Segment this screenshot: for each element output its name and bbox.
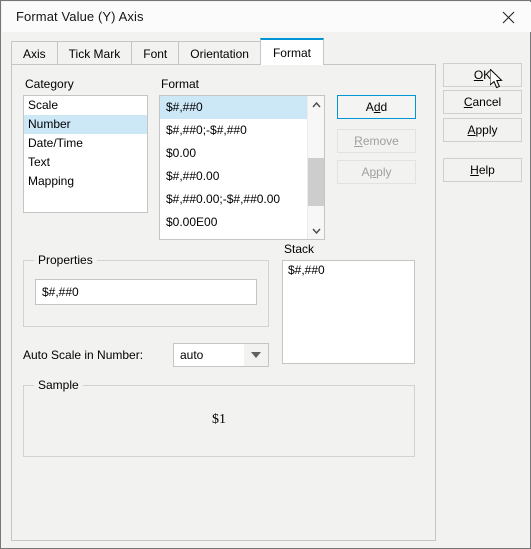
chevron-down-icon[interactable] bbox=[308, 222, 324, 239]
category-item-date-time[interactable]: Date/Time bbox=[24, 134, 147, 153]
tab-tick-mark-label: Tick Mark bbox=[68, 46, 121, 61]
remove-button[interactable]: Remove bbox=[337, 129, 416, 153]
cancel-button[interactable]: Cancel bbox=[443, 90, 522, 114]
sample-group: Sample $1 bbox=[23, 378, 415, 457]
format-item-4[interactable]: $#,##0.00;-$#,##0.00 bbox=[160, 188, 309, 211]
titlebar: Format Value (Y) Axis bbox=[2, 2, 531, 32]
tabstrip: Axis Tick Mark Font Orientation Format bbox=[11, 38, 324, 65]
format-item-1[interactable]: $#,##0;-$#,##0 bbox=[160, 119, 309, 142]
add-button-label: Add bbox=[365, 100, 388, 114]
properties-input[interactable]: $#,##0 bbox=[35, 279, 257, 305]
scrollbar-thumb[interactable] bbox=[308, 158, 324, 206]
tab-orientation-label: Orientation bbox=[190, 46, 249, 61]
format-apply-button-label: Apply bbox=[361, 165, 392, 179]
format-item-5[interactable]: $0.00E00 bbox=[160, 211, 309, 234]
help-button[interactable]: Help bbox=[443, 158, 522, 182]
tab-font-label: Font bbox=[143, 46, 168, 61]
format-list-scrollbar[interactable] bbox=[307, 96, 324, 239]
auto-scale-label: Auto Scale in Number: bbox=[23, 348, 144, 362]
apply-button-label: Apply bbox=[467, 123, 498, 137]
auto-scale-select[interactable]: auto bbox=[173, 343, 269, 367]
apply-button[interactable]: Apply bbox=[443, 118, 522, 142]
category-listbox[interactable]: Scale Number Date/Time Text Mapping bbox=[23, 95, 148, 213]
tab-font[interactable]: Font bbox=[131, 41, 180, 65]
format-item-0[interactable]: $#,##0 bbox=[160, 96, 309, 119]
stack-listbox[interactable]: $#,##0 bbox=[282, 260, 415, 364]
category-label: Category bbox=[25, 77, 74, 91]
format-label: Format bbox=[161, 77, 200, 91]
ok-button[interactable]: OK bbox=[443, 63, 522, 87]
format-item-3[interactable]: $#,##0.00 bbox=[160, 165, 309, 188]
tab-tick-mark[interactable]: Tick Mark bbox=[56, 41, 133, 65]
format-value-y-axis-dialog: Format Value (Y) Axis Axis Tick Mark Fon… bbox=[0, 0, 531, 549]
ok-button-label: OK bbox=[473, 68, 492, 82]
format-apply-button[interactable]: Apply bbox=[337, 160, 416, 184]
tab-format-label: Format bbox=[272, 45, 311, 60]
close-icon[interactable] bbox=[486, 2, 531, 32]
category-item-mapping[interactable]: Mapping bbox=[24, 172, 147, 191]
format-item-2[interactable]: $0.00 bbox=[160, 142, 309, 165]
tab-axis-label: Axis bbox=[23, 46, 46, 61]
help-button-label: Help bbox=[470, 163, 495, 177]
sample-group-title: Sample bbox=[34, 378, 83, 392]
properties-group-title: Properties bbox=[34, 253, 97, 267]
tab-orientation[interactable]: Orientation bbox=[178, 41, 261, 65]
window-title: Format Value (Y) Axis bbox=[16, 9, 144, 24]
category-item-text[interactable]: Text bbox=[24, 153, 147, 172]
remove-button-label: Remove bbox=[354, 134, 399, 148]
chevron-down-icon[interactable] bbox=[244, 344, 268, 366]
chevron-up-icon[interactable] bbox=[308, 96, 324, 113]
tab-format[interactable]: Format bbox=[259, 38, 324, 65]
stack-label: Stack bbox=[284, 242, 315, 256]
format-items-viewport: $#,##0 $#,##0;-$#,##0 $0.00 $#,##0.00 $#… bbox=[160, 96, 309, 239]
format-listbox[interactable]: $#,##0 $#,##0;-$#,##0 $0.00 $#,##0.00 $#… bbox=[159, 95, 325, 240]
sample-value: $1 bbox=[212, 412, 226, 427]
tab-axis[interactable]: Axis bbox=[11, 41, 58, 65]
cancel-button-label: Cancel bbox=[463, 95, 502, 109]
stack-item-0[interactable]: $#,##0 bbox=[283, 261, 414, 280]
category-item-number[interactable]: Number bbox=[24, 115, 147, 134]
category-item-scale[interactable]: Scale bbox=[24, 96, 147, 115]
add-button[interactable]: Add bbox=[337, 95, 416, 119]
auto-scale-value: auto bbox=[180, 348, 204, 362]
